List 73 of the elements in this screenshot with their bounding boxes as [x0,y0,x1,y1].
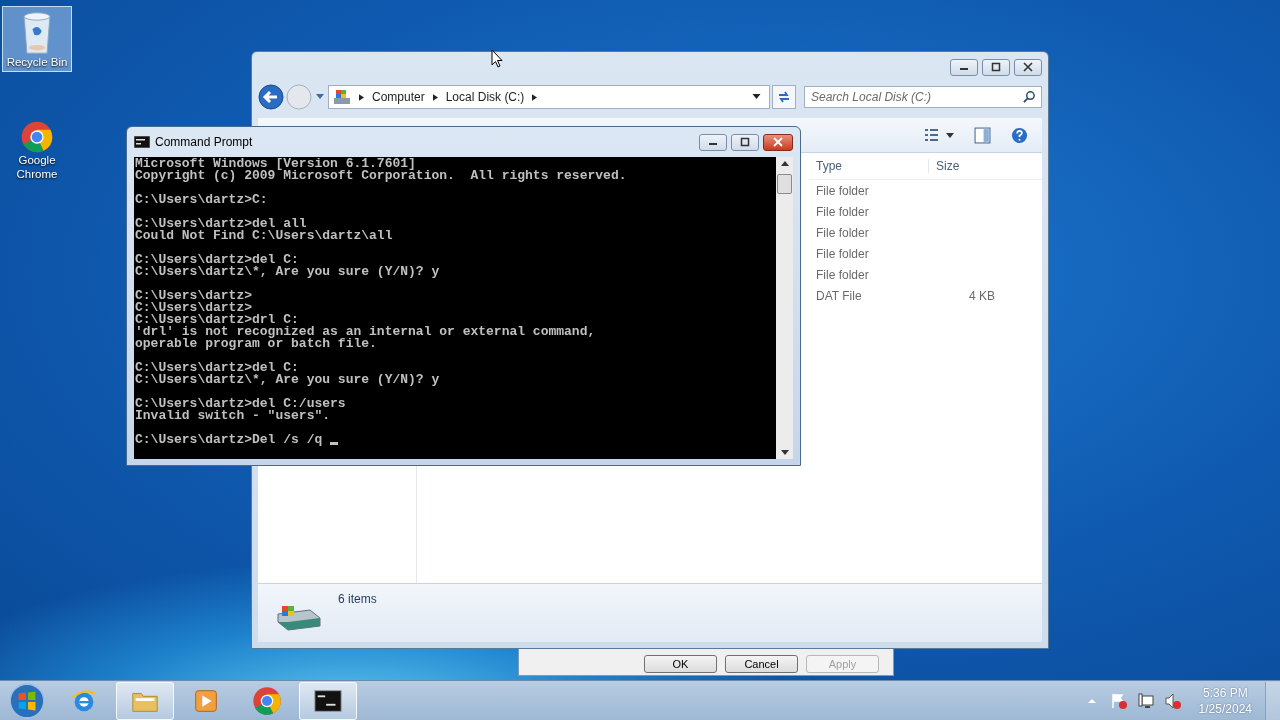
speaker-icon[interactable] [1163,691,1182,710]
date-text: 1/25/2024 [1198,700,1252,717]
type-cell-text: File folder [815,225,870,240]
scrollbar-thumb[interactable] [777,174,792,194]
scrollbar[interactable] [776,157,793,459]
maximize-button[interactable] [982,58,1010,76]
icon-label: Google Chrome [15,153,59,181]
address-bar[interactable]: Computer Local Disk (C:) [328,85,770,109]
maximize-icon [740,137,750,147]
console-line: Invalid switch - "users". [135,410,331,422]
flag-icon[interactable] [1109,691,1128,710]
close-icon [1023,62,1033,72]
console-line: C:\Users\dartz>del C: [135,362,299,374]
maximize-button[interactable] [731,133,759,151]
close-icon [773,137,783,147]
type-cell-text: File folder [815,204,870,219]
start-button[interactable] [8,681,46,720]
dialog-button[interactable]: OK [644,655,717,673]
type-cell-text: File folder [815,267,870,282]
chevron-icon[interactable] [432,93,438,101]
view-options-icon[interactable] [924,128,954,142]
desktop-icon[interactable]: Google Chrome [2,116,72,182]
dialog-button[interactable]: Cancel [725,655,798,673]
network-icon[interactable] [1136,691,1155,710]
type-cell-text: File folder [815,183,870,198]
window-title: Command Prompt [155,135,253,149]
chrome-icon [252,685,282,716]
console-line: C:\Users\dartz>drl C: [135,314,299,326]
console-line: C:\Users\dartz> [135,302,253,314]
scroll-down-icon[interactable] [780,450,789,455]
mouse-pointer-icon [491,49,503,68]
console-line: Microsoft Windows [Version 6.1.7601] [135,158,416,170]
scroll-up-icon[interactable] [780,161,789,166]
refresh-button[interactable] [772,85,796,109]
column-header[interactable]: Size [929,159,1009,173]
console-line: 'drl' is not recognized as an internal or external command, [135,326,596,338]
minimize-button[interactable] [950,58,978,76]
dropdown-icon[interactable] [752,94,761,100]
console-line: Could Not Find C:\Users\dartz\all [135,230,393,242]
breadcrumb[interactable]: Computer [372,90,425,104]
column-header[interactable]: Type [809,159,929,173]
console-line: operable program or batch file. [135,338,377,350]
type-cell-text: DAT File [815,288,863,303]
console-line: C:\Users\dartz\*, Are you sure (Y/N)? y [135,266,440,278]
item-count: 6 items [338,592,377,606]
icon-label: Recycle Bin [6,55,68,69]
console-icon [134,136,150,148]
computer-icon [333,89,351,105]
type-cell-text: File folder [815,246,870,261]
close-button[interactable] [1014,58,1042,76]
console-line: C:\Users\dartz>C: [135,194,268,206]
console-line: C:\Users\dartz>del C:/users [135,398,346,410]
size-cell-text: 4 KB [968,288,995,303]
search-icon [1023,90,1036,103]
chevron-icon[interactable] [532,93,538,101]
console-line: C:\Users\dartz>del C: [135,254,299,266]
breadcrumb[interactable]: Local Disk (C:) [445,90,525,104]
maximize-icon [991,62,1001,72]
help-icon[interactable] [1011,126,1028,144]
console-line: C:\Users\dartz> [135,290,253,302]
console-line: Copyright (c) 2009 Microsoft Corporation. All rights reserved. [135,170,627,182]
search-field[interactable]: Search Local Disk (C:) [804,86,1042,108]
back-button[interactable] [258,84,284,110]
console-line: C:\Users\dartz\*, Are you sure (Y/N)? y [135,374,440,386]
console-line: C:\Users\dartz>Del /s /q [135,434,324,446]
close-button[interactable] [763,133,793,151]
minimize-button[interactable] [699,133,727,151]
console-line: C:\Users\dartz>del all [135,218,307,230]
taskbar-button[interactable] [299,681,357,720]
time-text: 5:36 PM [1202,684,1248,701]
chevron-icon[interactable] [359,93,364,101]
caret-icon[interactable] [316,94,324,100]
refresh-icon [777,90,791,104]
